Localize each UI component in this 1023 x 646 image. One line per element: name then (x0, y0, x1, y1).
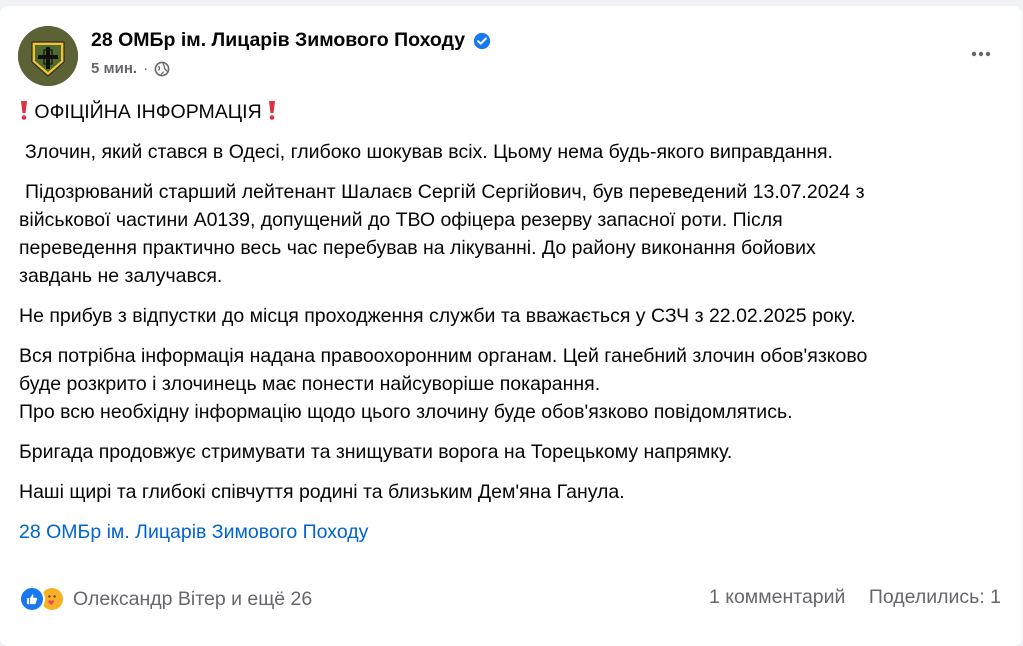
paragraph-2-line-2: військової частини А0139, допущений до Т… (19, 209, 783, 231)
comments-count[interactable]: 1 комментарий (709, 586, 845, 608)
paragraph-6: Наші щирі та глибокі співчуття родині та… (19, 478, 1009, 506)
post-card: 28 ОМБр ім. Лицарів Зимового Походу 5 ми… (0, 6, 1022, 646)
paragraph-5: Бригада продовжує стримувати та знищуват… (19, 438, 1009, 466)
reactions-summary[interactable]: Олександр Вітер и ещё 26 (19, 586, 312, 612)
heading-line: ОФІЦІЙНА ІНФОРМАЦІЯ (19, 98, 1009, 126)
exclamation-icon (21, 101, 27, 120)
post-header: 28 ОМБр ім. Лицарів Зимового Походу 5 ми… (18, 24, 1003, 88)
paragraph-4: Вся потрібна інформація надана правоохор… (19, 342, 1009, 426)
paragraph-4-line-2: буде розкрито і злочинець має понести на… (19, 373, 601, 395)
page-mention-link[interactable]: 28 ОМБр ім. Лицарів Зимового Походу (19, 518, 1009, 546)
paragraph-2-line-4: завдань не залучався. (19, 265, 223, 287)
paragraph-2-line-1: Підозрюваний старший лейтенант Шалаєв Се… (25, 181, 865, 203)
paragraph-4-line-1: Вся потрібна інформація надана правоохор… (19, 345, 868, 367)
more-options-button[interactable] (963, 36, 999, 72)
page-name-link[interactable]: 28 ОМБр ім. Лицарів Зимового Походу (91, 29, 491, 52)
post-heading: ОФІЦІЙНА ІНФОРМАЦІЯ (34, 101, 262, 123)
page-name[interactable]: 28 ОМБр ім. Лицарів Зимового Походу (91, 29, 465, 52)
paragraph-3: Не прибув з відпустки до місця проходжен… (19, 302, 1009, 330)
post-time[interactable]: 5 мин. (91, 60, 137, 77)
more-options-icon (971, 51, 991, 57)
like-icon (19, 586, 45, 612)
paragraph-2-line-3: переведення практично весь час перебував… (19, 237, 816, 259)
page-mention: 28 ОМБр ім. Лицарів Зимового Походу (19, 518, 1009, 546)
globe-icon[interactable] (154, 61, 170, 77)
brigade-emblem-icon (18, 26, 78, 86)
page-avatar[interactable] (18, 26, 78, 86)
shares-count[interactable]: Поделились: 1 (869, 586, 1001, 608)
paragraph-1: Злочин, який стався в Одесі, глибоко шок… (19, 138, 1009, 166)
exclamation-icon (269, 101, 276, 120)
meta-separator: · (143, 60, 149, 77)
paragraph-6-text: Наші щирі та глибокі співчуття родині та… (19, 481, 625, 503)
paragraph-3-text: Не прибув з відпустки до місця проходжен… (19, 305, 856, 327)
verified-badge-icon (473, 32, 491, 49)
paragraph-5-text: Бригада продовжує стримувати та знищуват… (19, 441, 733, 463)
paragraph-4-line-3: Про всю необхідну інформацію щодо цього … (19, 401, 793, 423)
post-meta: 5 мин. · (91, 60, 170, 77)
post-footer: Олександр Вітер и ещё 26 1 комментарий П… (19, 584, 1009, 616)
post-body: ОФІЦІЙНА ІНФОРМАЦІЯ Злочин, який стався … (19, 98, 1009, 558)
paragraph-1-text: Злочин, який стався в Одесі, глибоко шок… (25, 141, 833, 163)
paragraph-2: Підозрюваний старший лейтенант Шалаєв Се… (19, 178, 1009, 290)
engagement-stats: 1 комментарий Поделились: 1 (709, 586, 1001, 609)
reactors-text[interactable]: Олександр Вітер и ещё 26 (73, 588, 312, 611)
